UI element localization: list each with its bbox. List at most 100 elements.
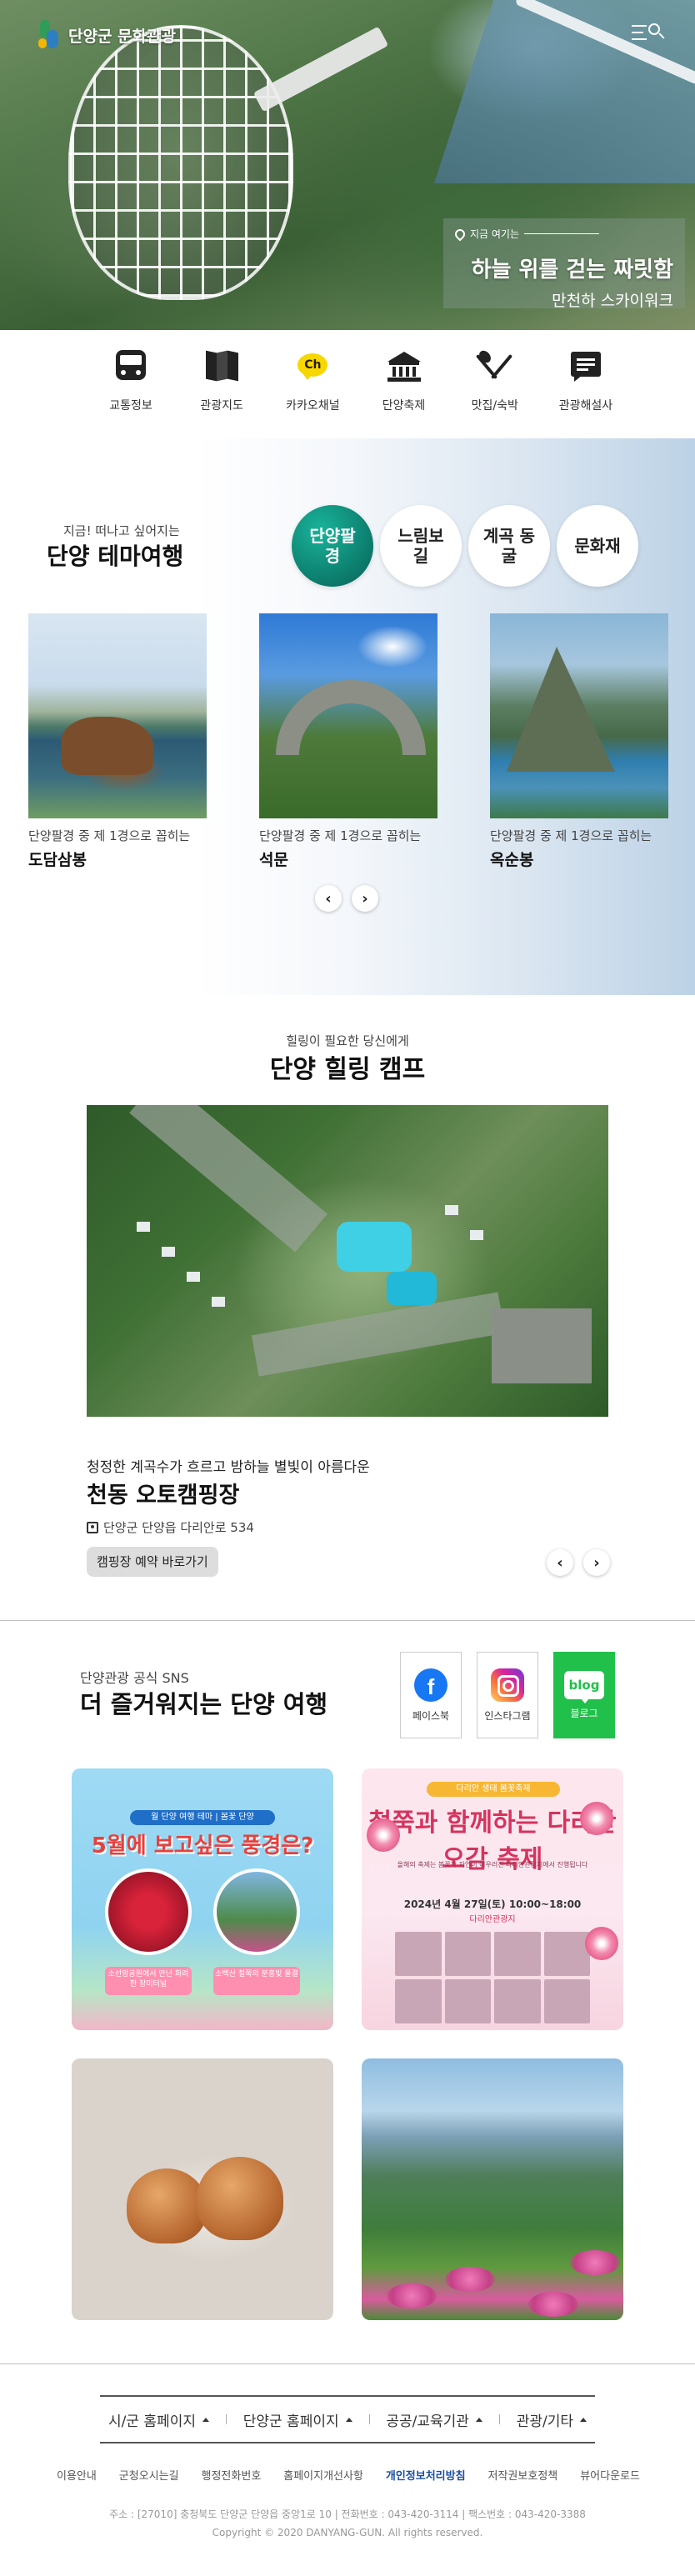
blog-link[interactable]: blog 블로그 (553, 1652, 615, 1738)
footer-separator (368, 2414, 370, 2424)
theme-subtitle: 지금! 떠나고 싶어지는 (63, 523, 180, 538)
sns-links: f 페이스북 인스타그램 blog 블로그 (400, 1652, 615, 1738)
dropdown-public-education[interactable]: 공공/교육기관 (386, 2409, 482, 2430)
footer-link-directions[interactable]: 군청오시는길 (119, 2467, 179, 2483)
dropdown-label: 공공/교육기관 (386, 2413, 469, 2430)
dodamsambong-image (28, 613, 207, 818)
location-pin-icon (452, 227, 468, 241)
site-logo[interactable]: 단양군 문화관광 (38, 20, 176, 50)
footer-link-copyright[interactable]: 저작권보호정책 (488, 2467, 558, 2483)
theme-travel-section: 지금! 떠나고 싶어지는 단양 테마여행 단양팔경 느림보길 계곡 동굴 문화재… (0, 438, 695, 995)
location-icon (87, 1521, 98, 1533)
dropdown-label: 시/군 홈페이지 (108, 2413, 196, 2430)
hero-now-label: 지금 여기는 (470, 228, 520, 240)
dropdown-danyang-gun[interactable]: 단양군 홈페이지 (243, 2409, 352, 2430)
oksunbong-image (490, 613, 668, 818)
instagram-link[interactable]: 인스타그램 (477, 1652, 538, 1738)
temple-icon (386, 348, 422, 385)
rose-tunnel-photo (105, 1868, 192, 1955)
logo-mark-icon (38, 20, 62, 50)
card-desc: 단양팔경 중 제 1경으로 꼽히는 (28, 828, 191, 843)
tab-danyang-palgyeong[interactable]: 단양팔경 (292, 505, 373, 587)
sns-label: 블로그 (570, 1707, 598, 1719)
hero-title: 하늘 위를 걷는 짜릿함 (471, 258, 673, 283)
caret-up-icon (345, 2417, 352, 2422)
camp-carousel-controls: ‹ › (547, 1549, 610, 1576)
camp-reserve-button[interactable]: 캠핑장 예약 바로가기 (87, 1547, 218, 1577)
sns-post[interactable]: 월 단양 여행 테마 | 봄꽃 단양 5월에 보고싶은 풍경은? 소선암공원에서… (72, 1768, 333, 2030)
quick-item-food-stay[interactable]: 맛집/숙박 (456, 348, 534, 413)
footer-separator (498, 2414, 500, 2424)
quick-item-label: 교통정보 (109, 399, 152, 413)
facebook-link[interactable]: f 페이스북 (400, 1652, 462, 1738)
seokmun-image (259, 613, 438, 818)
hero-skywalk-image (68, 25, 293, 300)
camp-address-text: 단양군 단양읍 다리안로 534 (103, 1520, 254, 1535)
quick-item-label: 관광지도 (200, 399, 243, 413)
quick-item-festival[interactable]: 단양축제 (365, 348, 443, 413)
post-place: 다리안관광지 (469, 1915, 516, 1924)
footer-link-phone[interactable]: 행정전화번호 (202, 2467, 262, 2483)
footer-link-guide[interactable]: 이용안내 (57, 2467, 97, 2483)
camp-subtitle: 힐링이 필요한 당신에게 (286, 1033, 409, 1048)
sns-label: 페이스북 (412, 1709, 450, 1722)
dropdown-city-county[interactable]: 시/군 홈페이지 (108, 2409, 209, 2430)
chat-icon (568, 348, 604, 385)
sns-post[interactable]: 다리안 생태 봄꽃축제 철쭉과 함께하는 다리안 오감 축제 올해의 축제는 봄… (362, 1768, 623, 2030)
theme-card[interactable]: 단양팔경 중 제 1경으로 꼽히는 석문 (259, 613, 438, 870)
sns-post[interactable] (72, 2058, 333, 2320)
card-desc: 단양팔경 중 제 1경으로 꼽히는 (259, 828, 422, 843)
section-divider (0, 1620, 695, 1621)
footer-link-privacy[interactable]: 개인정보처리방침 (386, 2467, 466, 2483)
theme-tabs: 단양팔경 느림보길 계곡 동굴 문화재 (292, 505, 638, 587)
footer-site-dropdowns: 시/군 홈페이지 단양군 홈페이지 공공/교육기관 관광/기타 (100, 2395, 595, 2443)
hero-banner: 단양군 문화관광 지금 여기는 하늘 위를 걷는 짜릿함 만천하 스카이워크 (0, 0, 695, 330)
flower-icon (585, 1927, 618, 1960)
quick-item-label: 관광해설사 (558, 399, 613, 413)
next-button[interactable]: › (352, 885, 378, 912)
post-date: 2024년 4월 27일(토) 10:00~18:00 (403, 1898, 582, 1910)
hero-caption: 지금 여기는 하늘 위를 걷는 짜릿함 만천하 스카이워크 (443, 218, 685, 310)
sns-subtitle: 단양관광 공식 SNS (80, 1670, 189, 1686)
caret-up-icon (580, 2417, 587, 2422)
camp-desc: 청정한 계곡수가 흐르고 밤하늘 별빛이 아름다운 (87, 1459, 370, 1476)
post-headline: 5월에 보고싶은 풍경은? (91, 1833, 314, 1858)
post-tag: 다리안 생태 봄꽃축제 (427, 1782, 560, 1797)
theme-carousel-controls: ‹ › (315, 885, 378, 912)
quick-item-guide[interactable]: 관광해설사 (547, 348, 625, 413)
quick-item-map[interactable]: 관광지도 (182, 348, 261, 413)
dropdown-label: 단양군 홈페이지 (242, 2413, 339, 2430)
tab-cultural-heritage[interactable]: 문화재 (557, 505, 638, 587)
quick-item-transport[interactable]: 교통정보 (92, 348, 170, 413)
prev-button[interactable]: ‹ (547, 1549, 573, 1576)
footer-divider (0, 2363, 695, 2364)
instagram-icon (491, 1668, 524, 1702)
dropdown-tourism-etc[interactable]: 관광/기타 (517, 2409, 587, 2430)
kakao-glyph: Ch (304, 358, 322, 372)
sns-posts-grid: 월 단양 여행 테마 | 봄꽃 단양 5월에 보고싶은 풍경은? 소선암공원에서… (72, 1768, 623, 2320)
footer-link-improve[interactable]: 홈페이지개선사항 (283, 2467, 363, 2483)
bus-icon (112, 348, 149, 385)
quick-item-label: 단양축제 (382, 399, 426, 413)
theme-card[interactable]: 단양팔경 중 제 1경으로 꼽히는 옥순봉 (490, 613, 668, 870)
theme-card[interactable]: 단양팔경 중 제 1경으로 꼽히는 도담삼봉 (28, 613, 207, 870)
menu-search-button[interactable] (632, 22, 665, 45)
footer-links: 이용안내 군청오시는길 행정전화번호 홈페이지개선사항 개인정보처리방침 저작권… (57, 2467, 640, 2483)
post-body: 올해의 축제는 봄꽃과 자연이 어우러진 다리안관광지에서 진행됩니다 (397, 1861, 588, 1868)
prev-button[interactable]: ‹ (315, 885, 342, 912)
sns-label: 인스타그램 (484, 1709, 531, 1722)
facebook-icon: f (414, 1668, 448, 1702)
footer-separator (225, 2414, 227, 2424)
kakao-channel-icon: Ch (294, 348, 331, 385)
bread-photo (127, 2168, 207, 2243)
tab-neurimbo-gil[interactable]: 느림보길 (380, 505, 462, 587)
quick-item-kakao[interactable]: Ch 카카오채널 (273, 348, 352, 413)
tab-valley-cave[interactable]: 계곡 동굴 (468, 505, 550, 587)
caret-up-icon (475, 2417, 482, 2422)
caret-up-icon (202, 2417, 209, 2422)
next-button[interactable]: › (583, 1549, 610, 1576)
sns-post[interactable] (362, 2058, 623, 2320)
flower-icon (580, 1802, 613, 1835)
footer-link-viewer[interactable]: 뷰어다운로드 (580, 2467, 640, 2483)
map-icon (203, 348, 240, 385)
